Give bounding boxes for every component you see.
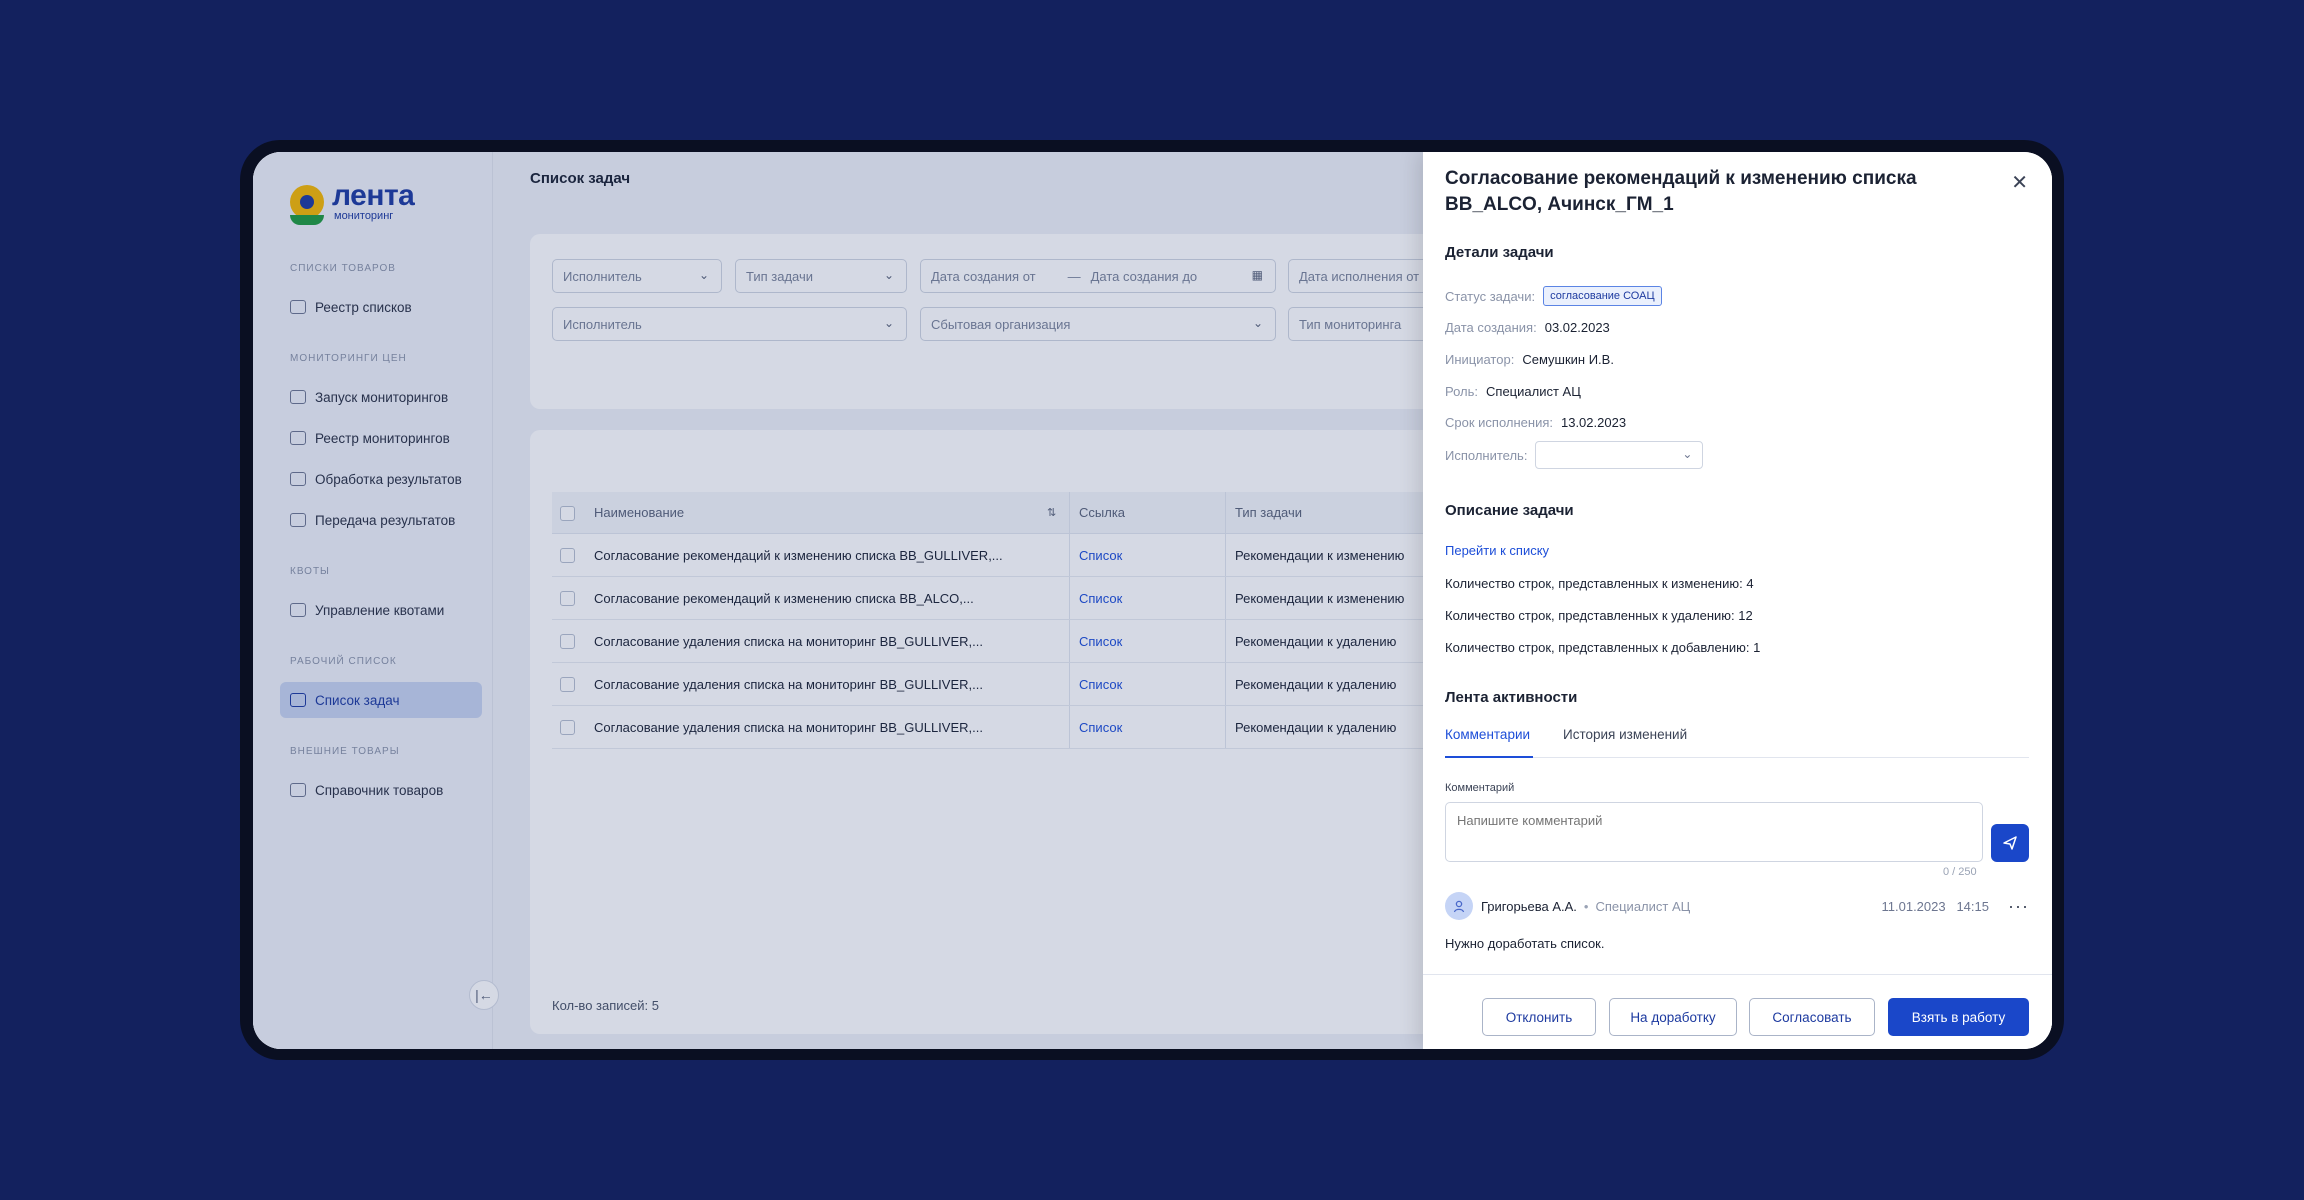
desc-line-additions: Количество строк, представленных к добав… <box>1445 640 1761 655</box>
description-heading: Описание задачи <box>1445 502 1574 519</box>
more-icon[interactable]: ··· <box>2008 896 2029 917</box>
tab-comments[interactable]: Комментарии <box>1445 722 1533 758</box>
rework-button[interactable]: На доработку <box>1609 998 1737 1036</box>
close-icon[interactable]: ✕ <box>2011 170 2028 195</box>
take-to-work-button[interactable]: Взять в работу <box>1888 998 2029 1036</box>
tab-history[interactable]: История изменений <box>1563 722 1687 758</box>
comment-timestamp: 11.01.2023 14:15 <box>1881 898 1990 914</box>
role-row: Роль: Специалист АЦ <box>1445 384 1581 399</box>
deadline-row: Срок исполнения: 13.02.2023 <box>1445 415 1627 430</box>
comment-label: Комментарий <box>1445 782 1515 794</box>
task-detail-drawer: Согласование рекомендаций к изменению сп… <box>1423 152 2052 1049</box>
comment-author: Григорьева А.А. <box>1481 898 1577 914</box>
comment-role: Специалист АЦ <box>1595 898 1691 914</box>
activity-heading: Лента активности <box>1445 689 1578 706</box>
goto-list-link[interactable]: Перейти к списку <box>1445 543 1549 558</box>
desc-line-changes: Количество строк, представленных к измен… <box>1445 576 1754 591</box>
desc-line-deletions: Количество строк, представленных к удале… <box>1445 608 1753 623</box>
reject-button[interactable]: Отклонить <box>1482 998 1596 1036</box>
comment-counter: 0 / 250 <box>1943 866 1977 878</box>
app-screen: лента мониторинг Списки товаров Реестр с… <box>253 152 2052 1049</box>
send-icon <box>2003 836 2017 850</box>
details-heading: Детали задачи <box>1445 244 1554 261</box>
avatar <box>1445 892 1473 920</box>
app-window: лента мониторинг Списки товаров Реестр с… <box>253 152 2052 1049</box>
modal-backdrop[interactable] <box>253 152 1423 1049</box>
approve-button[interactable]: Согласовать <box>1749 998 1875 1036</box>
drawer-footer: Отклонить На доработку Согласовать Взять… <box>1423 974 2052 1049</box>
drawer-title: Согласование рекомендаций к изменению сп… <box>1445 168 1917 215</box>
status-badge: согласование СОАЦ <box>1543 286 1662 306</box>
user-icon <box>1453 900 1465 913</box>
send-button[interactable] <box>1991 824 2029 862</box>
initiator-row: Инициатор: Семушкин И.В. <box>1445 352 1614 367</box>
chevron-down-icon: ⌄ <box>1682 447 1693 461</box>
comment-header: Григорьева А.А. • Специалист АЦ 11.01.20… <box>1445 892 2029 920</box>
status-row: Статус задачи: согласование СОАЦ <box>1445 286 1662 306</box>
comment-text: Нужно доработать список. <box>1445 936 1605 951</box>
executor-select[interactable]: ⌄ <box>1535 441 1704 469</box>
activity-tabs: Комментарии История изменений <box>1445 722 2029 758</box>
comment-input[interactable] <box>1445 802 1983 862</box>
executor-row: Исполнитель: ⌄ <box>1445 441 1704 469</box>
created-row: Дата создания: 03.02.2023 <box>1445 320 1610 335</box>
